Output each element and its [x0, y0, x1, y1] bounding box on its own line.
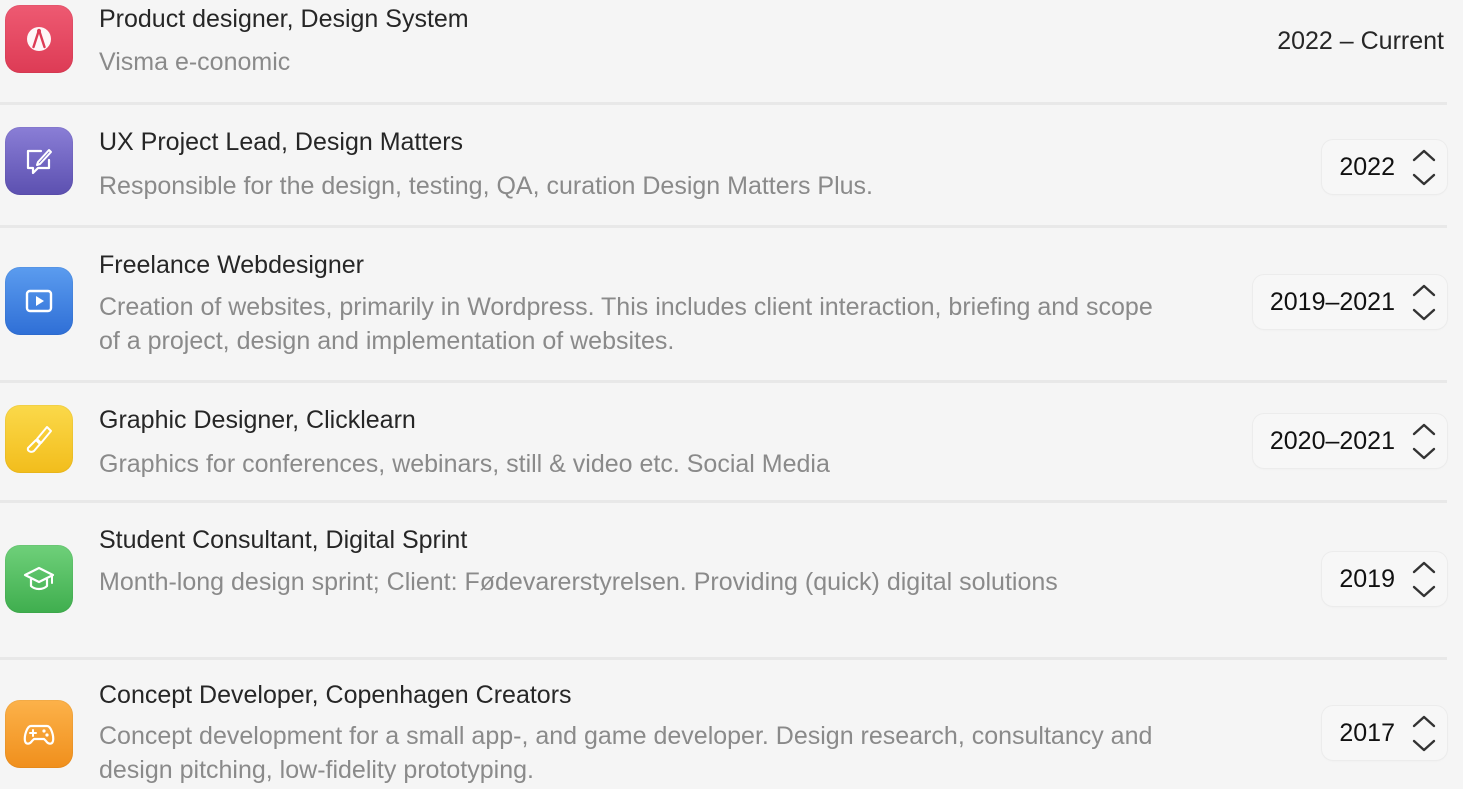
- stepper-value: 2019: [1339, 564, 1395, 593]
- list-item: Freelance Webdesigner Creation of websit…: [0, 228, 1463, 382]
- year-stepper[interactable]: 2017: [1322, 706, 1447, 760]
- experience-list: Product designer, Design System Visma e-…: [0, 0, 1463, 789]
- message-edit-icon: [5, 127, 73, 195]
- increment-button[interactable]: [1407, 555, 1441, 579]
- stepper-arrows: [1407, 278, 1441, 326]
- stepper-arrows: [1407, 417, 1441, 465]
- stepper-value: 2017: [1339, 718, 1395, 747]
- stepper-value: 2020–2021: [1269, 426, 1395, 455]
- entry-description: Creation of websites, primarily in Wordp…: [99, 293, 1153, 355]
- entry-title: Freelance Webdesigner: [99, 251, 364, 279]
- chevron-down-icon: [1412, 447, 1436, 459]
- chevron-up-icon: [1412, 423, 1436, 435]
- increment-button[interactable]: [1407, 709, 1441, 733]
- entry-description: Concept development for a small app-, an…: [99, 722, 1153, 784]
- entry-description: Graphics for conferences, webinars, stil…: [99, 450, 830, 478]
- decrement-button[interactable]: [1407, 733, 1441, 757]
- graduation-cap-icon: [5, 545, 73, 613]
- entry-title: Graphic Designer, Clicklearn: [99, 406, 416, 434]
- chevron-up-icon: [1412, 149, 1436, 161]
- decrement-button[interactable]: [1407, 441, 1441, 465]
- entry-title: UX Project Lead, Design Matters: [99, 128, 464, 156]
- chevron-down-icon: [1412, 739, 1436, 751]
- entry-description: Month-long design sprint; Client: Fødeva…: [99, 568, 1058, 596]
- stepper-arrows: [1407, 555, 1441, 603]
- increment-button[interactable]: [1407, 143, 1441, 167]
- compass-icon: [5, 5, 73, 73]
- year-stepper[interactable]: 2022: [1322, 140, 1447, 194]
- list-item: UX Project Lead, Design Matters Responsi…: [0, 105, 1463, 225]
- play-window-icon: [5, 267, 73, 335]
- entry-title: Product designer, Design System: [99, 5, 469, 33]
- stepper-arrows: [1407, 709, 1441, 757]
- year-stepper[interactable]: 2019–2021: [1252, 275, 1447, 329]
- entry-description: Responsible for the design, testing, QA,…: [99, 172, 873, 200]
- entry-title: Student Consultant, Digital Sprint: [99, 526, 468, 554]
- chevron-down-icon: [1412, 308, 1436, 320]
- chevron-down-icon: [1412, 585, 1436, 597]
- chevron-down-icon: [1412, 173, 1436, 185]
- decrement-button[interactable]: [1407, 302, 1441, 326]
- chevron-up-icon: [1412, 561, 1436, 573]
- list-item: Concept Developer, Copenhagen Creators C…: [0, 660, 1463, 789]
- chevron-up-icon: [1412, 715, 1436, 727]
- decrement-button[interactable]: [1407, 579, 1441, 603]
- decrement-button[interactable]: [1407, 167, 1441, 191]
- year-stepper[interactable]: 2020–2021: [1252, 414, 1447, 468]
- entry-title: Concept Developer, Copenhagen Creators: [99, 681, 572, 709]
- increment-button[interactable]: [1407, 278, 1441, 302]
- entry-description: Visma e-conomic: [99, 48, 291, 76]
- stepper-value: 2022: [1339, 152, 1395, 181]
- list-item: Student Consultant, Digital Sprint Month…: [0, 503, 1463, 657]
- stepper-arrows: [1407, 143, 1441, 191]
- chevron-up-icon: [1412, 284, 1436, 296]
- entry-period: 2022 – Current: [1277, 27, 1444, 55]
- list-item: Product designer, Design System Visma e-…: [0, 0, 1463, 104]
- paintbrush-icon: [5, 405, 73, 473]
- stepper-value: 2019–2021: [1269, 287, 1395, 316]
- year-stepper[interactable]: 2019: [1322, 552, 1447, 606]
- increment-button[interactable]: [1407, 417, 1441, 441]
- game-controller-icon: [5, 700, 73, 768]
- list-item: Graphic Designer, Clicklearn Graphics fo…: [0, 383, 1463, 500]
